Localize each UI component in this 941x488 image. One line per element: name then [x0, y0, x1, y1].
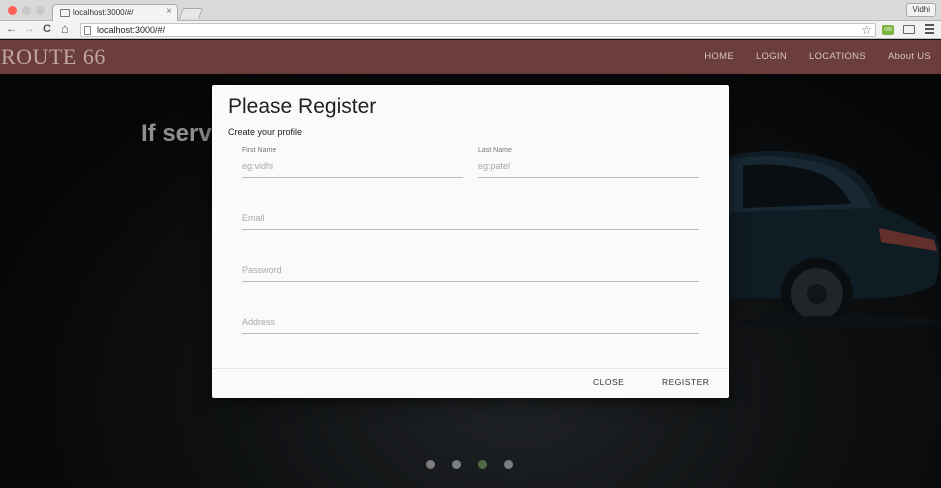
- url-text[interactable]: localhost:3000/#/: [97, 25, 165, 35]
- window-minimize-button[interactable]: [22, 6, 31, 15]
- first-name-label: First Name: [242, 147, 277, 154]
- carousel-dot[interactable]: [452, 460, 461, 469]
- hero-heading: If serv: [141, 120, 212, 147]
- last-name-field: Last Name: [478, 147, 699, 178]
- site-brand[interactable]: ROUTE 66: [1, 44, 106, 70]
- carousel-dot[interactable]: [504, 460, 513, 469]
- home-icon[interactable]: ⌂: [61, 22, 69, 35]
- nav-home[interactable]: HOME: [704, 51, 734, 62]
- nav-about-us[interactable]: About US: [888, 51, 931, 62]
- modal-footer: CLOSE REGISTER: [212, 368, 729, 398]
- nav-login[interactable]: LOGIN: [756, 51, 787, 62]
- bookmark-star-icon[interactable]: ☆: [861, 23, 872, 37]
- page-info-icon[interactable]: [84, 26, 91, 35]
- address-bar[interactable]: localhost:3000/#/ ☆: [80, 23, 876, 37]
- last-name-input[interactable]: [478, 161, 699, 171]
- site-navbar: ROUTE 66 HOME LOGIN LOCATIONS About US: [0, 40, 941, 74]
- password-input[interactable]: [242, 265, 699, 275]
- last-name-label: Last Name: [478, 147, 512, 154]
- page-icon: [60, 9, 70, 17]
- browser-menu-icon[interactable]: [925, 24, 934, 35]
- cast-icon[interactable]: [903, 25, 915, 34]
- new-tab-button[interactable]: [178, 8, 204, 19]
- close-tab-icon[interactable]: ×: [166, 6, 172, 17]
- site-nav-links: HOME LOGIN LOCATIONS About US: [704, 51, 931, 62]
- window-zoom-button[interactable]: [36, 6, 45, 15]
- carousel-indicators: [426, 460, 513, 469]
- password-field: [242, 259, 699, 282]
- register-button[interactable]: REGISTER: [662, 377, 709, 387]
- tab-title: localhost:3000/#/: [73, 8, 134, 17]
- modal-subtitle: Create your profile: [228, 127, 303, 137]
- back-arrow-icon[interactable]: ←: [6, 23, 17, 36]
- extension-icon[interactable]: ON: [882, 25, 894, 35]
- browser-tab[interactable]: localhost:3000/#/ ×: [52, 4, 178, 21]
- carousel-dot[interactable]: [426, 460, 435, 469]
- email-input[interactable]: [242, 213, 699, 223]
- browser-toolbar: ← → C ⌂ localhost:3000/#/ ☆ ON: [0, 21, 941, 39]
- modal-title: Please Register: [228, 95, 377, 118]
- forward-arrow-icon[interactable]: →: [24, 23, 35, 36]
- reload-icon[interactable]: C: [43, 23, 51, 36]
- window-close-button[interactable]: [8, 6, 17, 15]
- close-button[interactable]: CLOSE: [593, 377, 624, 387]
- register-modal: Please Register Create your profile Firs…: [212, 85, 729, 398]
- carousel-dot-active[interactable]: [478, 460, 487, 469]
- email-field: [242, 207, 699, 230]
- first-name-field: First Name: [242, 147, 463, 178]
- address-field: [242, 311, 699, 334]
- first-name-input[interactable]: [242, 161, 463, 171]
- browser-tab-bar: localhost:3000/#/ × Vidhi: [0, 0, 941, 21]
- address-input[interactable]: [242, 317, 699, 327]
- profile-button[interactable]: Vidhi: [906, 3, 936, 17]
- nav-locations[interactable]: LOCATIONS: [809, 51, 866, 62]
